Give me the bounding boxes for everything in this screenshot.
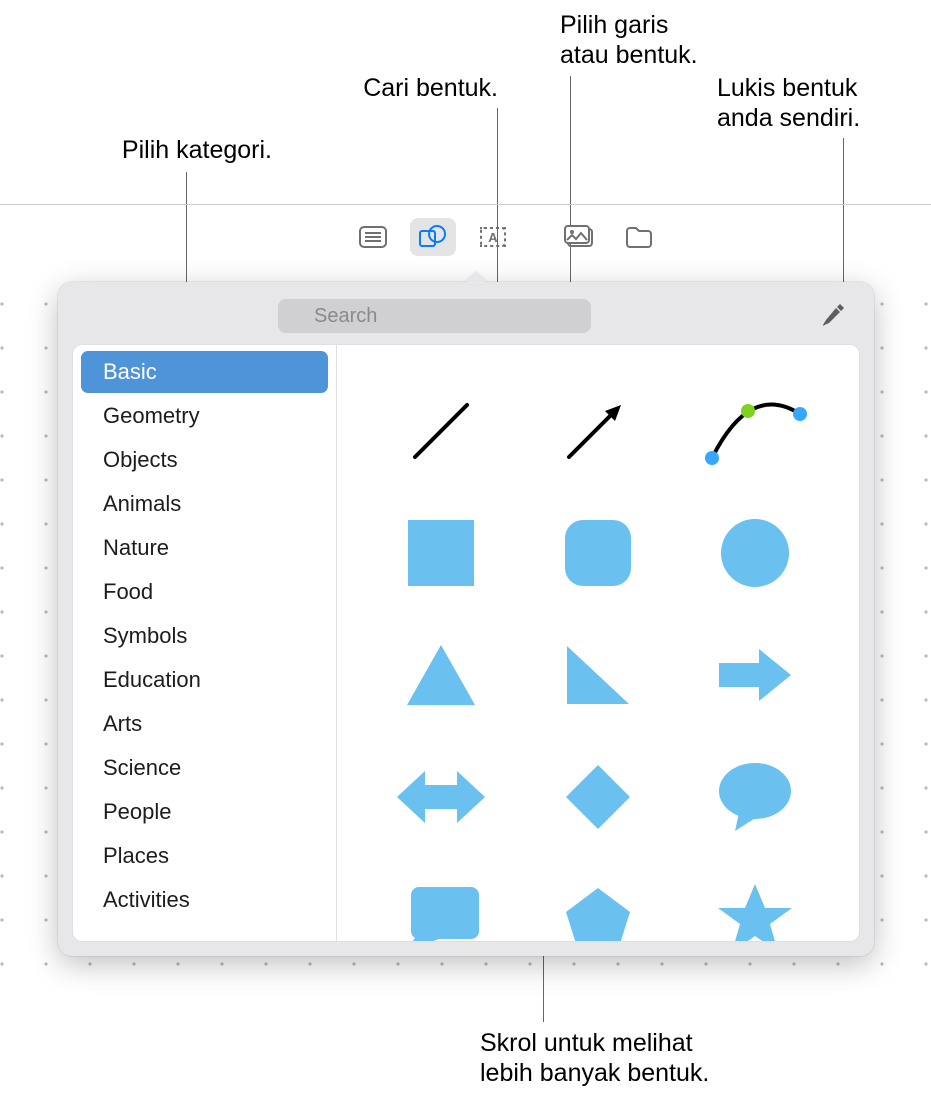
sidebar-item-nature[interactable]: Nature	[81, 527, 328, 569]
callout-search-shape: Cari bentuk.	[348, 73, 498, 103]
toolbar-folder-icon[interactable]	[616, 218, 662, 256]
callout-pick-category: Pilih kategori.	[102, 135, 272, 165]
callout-rect-shape[interactable]	[367, 861, 514, 942]
pentagon-shape[interactable]	[524, 861, 671, 942]
toolbar-media-icon[interactable]	[556, 218, 602, 256]
toolbar-outline-icon[interactable]	[350, 218, 396, 256]
callout-scroll-more: Skrol untuk melihat lebih banyak bentuk.	[480, 1028, 709, 1088]
sidebar-item-activities[interactable]: Activities	[81, 879, 328, 921]
sidebar-item-people[interactable]: People	[81, 791, 328, 833]
sidebar-item-places[interactable]: Places	[81, 835, 328, 877]
shapes-popover: BasicGeometryObjectsAnimalsNatureFoodSym…	[58, 282, 874, 956]
svg-text:A: A	[488, 230, 498, 245]
popover-body: BasicGeometryObjectsAnimalsNatureFoodSym…	[58, 340, 874, 956]
toolbar-shapes-icon[interactable]	[410, 218, 456, 256]
arrow-both-shape[interactable]	[367, 739, 514, 855]
callout-draw-own: Lukis bentuk anda sendiri.	[717, 73, 860, 133]
curve-editable-shape[interactable]	[682, 373, 829, 489]
sidebar-item-animals[interactable]: Animals	[81, 483, 328, 525]
sidebar-item-objects[interactable]: Objects	[81, 439, 328, 481]
sidebar-item-education[interactable]: Education	[81, 659, 328, 701]
callout-text: Pilih kategori.	[122, 136, 272, 164]
sidebar-item-geometry[interactable]: Geometry	[81, 395, 328, 437]
right-triangle-shape[interactable]	[524, 617, 671, 733]
callout-text: Cari bentuk.	[363, 74, 498, 102]
rounded-square-shape[interactable]	[524, 495, 671, 611]
sidebar-item-science[interactable]: Science	[81, 747, 328, 789]
arrow-line-shape[interactable]	[524, 373, 671, 489]
popover-header	[58, 282, 874, 340]
square-shape[interactable]	[367, 495, 514, 611]
callout-text: Pilih garis atau bentuk.	[560, 11, 698, 69]
search-wrap	[278, 299, 648, 333]
sidebar-item-arts[interactable]: Arts	[81, 703, 328, 745]
sidebar-item-basic[interactable]: Basic	[81, 351, 328, 393]
category-sidebar: BasicGeometryObjectsAnimalsNatureFoodSym…	[72, 344, 336, 942]
callout-text: Lukis bentuk anda sendiri.	[717, 74, 860, 132]
toolbar-textbox-icon[interactable]: A	[470, 218, 516, 256]
triangle-shape[interactable]	[367, 617, 514, 733]
sidebar-item-food[interactable]: Food	[81, 571, 328, 613]
speech-bubble-shape[interactable]	[682, 739, 829, 855]
arrow-right-shape[interactable]	[682, 617, 829, 733]
callout-pick-line-shape: Pilih garis atau bentuk.	[560, 10, 698, 70]
diamond-shape[interactable]	[524, 739, 671, 855]
search-input[interactable]	[278, 299, 591, 333]
draw-pen-button[interactable]	[814, 300, 852, 330]
line-shape[interactable]	[367, 373, 514, 489]
shapes-grid	[336, 344, 860, 942]
callout-text: Skrol untuk melihat lebih banyak bentuk.	[480, 1029, 709, 1087]
toolbar-divider	[0, 204, 931, 205]
sidebar-item-symbols[interactable]: Symbols	[81, 615, 328, 657]
circle-shape[interactable]	[682, 495, 829, 611]
star-shape[interactable]	[682, 861, 829, 942]
toolbar: A	[350, 218, 662, 256]
pen-icon	[820, 302, 846, 328]
